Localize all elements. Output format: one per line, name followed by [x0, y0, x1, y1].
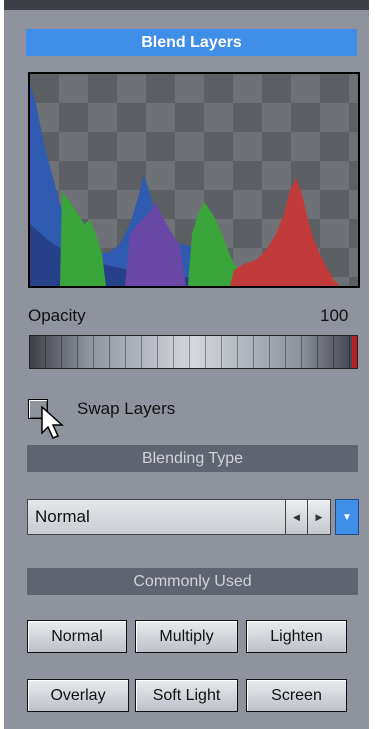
blending-type-selected[interactable]: Normal: [27, 499, 285, 535]
preset-lighten-button[interactable]: Lighten: [246, 620, 347, 653]
histogram-graphic: [30, 74, 358, 286]
opacity-label: Opacity: [28, 306, 86, 325]
preset-overlay-button[interactable]: Overlay: [27, 679, 129, 712]
preset-soft-light-button[interactable]: Soft Light: [135, 679, 238, 712]
blending-type-dropdown[interactable]: Normal ◀ ▶ ▼: [27, 499, 359, 535]
slider-ticks: [30, 336, 357, 368]
opacity-slider[interactable]: [29, 335, 358, 369]
panel-top-strip: [4, 0, 369, 10]
histogram-preview: [28, 72, 360, 288]
mouse-pointer-icon: [41, 405, 64, 439]
arrow-right-icon[interactable]: ▶: [308, 499, 331, 535]
commonly-used-header: Commonly Used: [27, 568, 358, 595]
preset-screen-button[interactable]: Screen: [246, 679, 347, 712]
swap-layers-label[interactable]: Swap Layers: [77, 399, 175, 419]
blending-type-header: Blending Type: [27, 445, 358, 472]
preset-multiply-button[interactable]: Multiply: [135, 620, 238, 653]
slider-thumb[interactable]: [352, 336, 357, 368]
arrow-left-icon[interactable]: ◀: [285, 499, 308, 535]
chevron-down-icon[interactable]: ▼: [335, 499, 359, 535]
panel-title: Blend Layers: [26, 29, 357, 56]
preset-normal-button[interactable]: Normal: [27, 620, 127, 653]
opacity-value: 100: [320, 306, 349, 325]
